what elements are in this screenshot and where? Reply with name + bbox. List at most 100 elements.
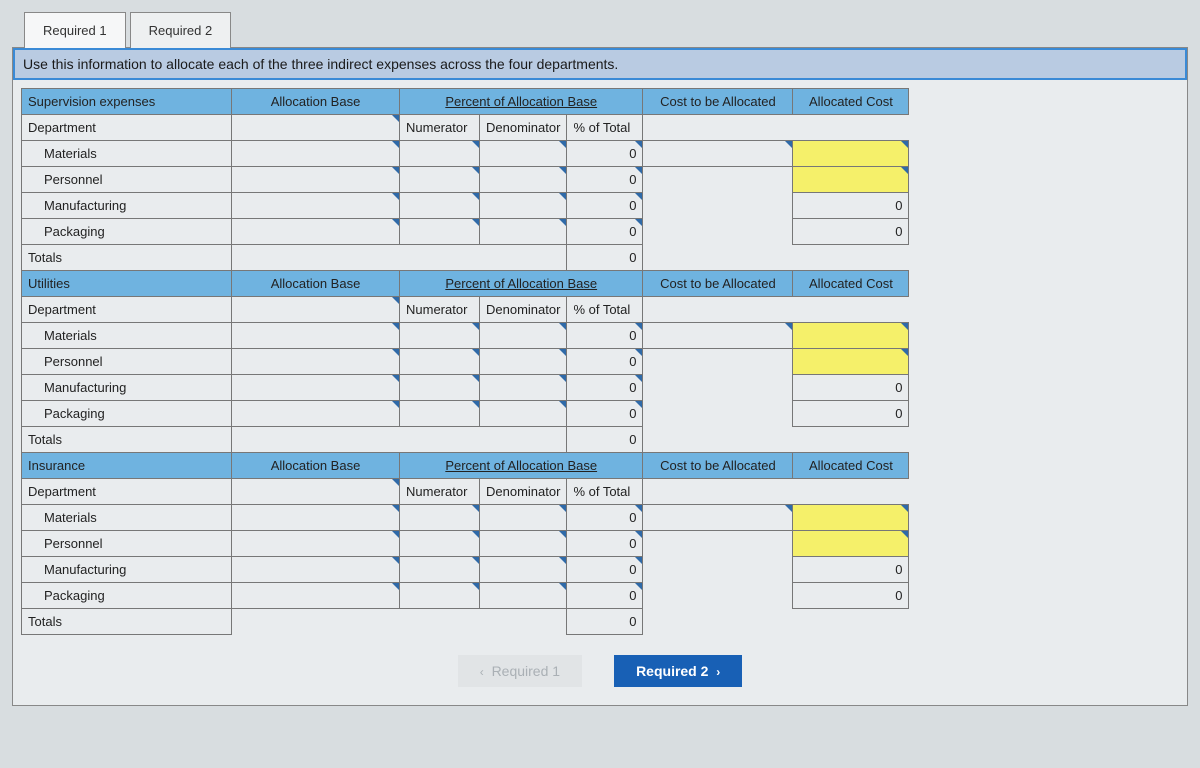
spacer [480, 427, 567, 453]
input-cell[interactable] [400, 219, 480, 245]
input-cell[interactable] [793, 349, 909, 375]
dept-name: Personnel [22, 167, 232, 193]
spacer [480, 609, 567, 635]
input-cell[interactable] [480, 193, 567, 219]
input-cell[interactable] [232, 323, 400, 349]
input-cell[interactable] [793, 323, 909, 349]
tab-required-1[interactable]: Required 1 [24, 12, 126, 48]
subheader-row: Department Numerator Denominator % of To… [22, 115, 909, 141]
input-cell[interactable] [480, 401, 567, 427]
pct-cell[interactable]: 0 [567, 375, 643, 401]
input-cell[interactable] [643, 141, 793, 167]
dept-name: Manufacturing [22, 375, 232, 401]
input-cell[interactable] [793, 141, 909, 167]
input-cell[interactable] [793, 505, 909, 531]
dept-name: Personnel [22, 349, 232, 375]
department-label: Department [22, 479, 232, 505]
input-cell[interactable] [480, 583, 567, 609]
input-cell[interactable] [480, 323, 567, 349]
chevron-left-icon: ‹ [480, 665, 484, 679]
spacer [643, 245, 793, 271]
input-cell[interactable] [232, 141, 400, 167]
input-cell[interactable] [480, 505, 567, 531]
pct-cell[interactable]: 0 [567, 167, 643, 193]
pct-cell[interactable]: 0 [567, 531, 643, 557]
input-cell[interactable] [232, 193, 400, 219]
input-cell[interactable] [643, 505, 793, 531]
prev-label: Required 1 [492, 663, 561, 679]
table-row: Manufacturing 0 0 [22, 375, 909, 401]
dept-name: Materials [22, 141, 232, 167]
input-cell[interactable] [232, 401, 400, 427]
input-cell[interactable] [793, 167, 909, 193]
input-cell[interactable] [232, 557, 400, 583]
table-row: Personnel 0 [22, 167, 909, 193]
input-cell[interactable] [400, 505, 480, 531]
col-cost-allocated: Cost to be Allocated [643, 453, 793, 479]
dept-name: Materials [22, 323, 232, 349]
input-cell[interactable] [400, 141, 480, 167]
pct-cell[interactable]: 0 [567, 349, 643, 375]
input-cell[interactable] [480, 375, 567, 401]
allocated-cost-cell: 0 [793, 583, 909, 609]
pct-cell[interactable]: 0 [567, 401, 643, 427]
input-cell[interactable] [480, 219, 567, 245]
pct-cell: 0 [567, 427, 643, 453]
pct-cell[interactable]: 0 [567, 193, 643, 219]
input-cell[interactable] [400, 557, 480, 583]
col-numerator: Numerator [400, 297, 480, 323]
input-cell[interactable] [232, 115, 400, 141]
input-cell[interactable] [232, 219, 400, 245]
section-title: Supervision expenses [22, 89, 232, 115]
pct-cell[interactable]: 0 [567, 557, 643, 583]
input-cell[interactable] [400, 401, 480, 427]
input-cell[interactable] [480, 167, 567, 193]
input-cell[interactable] [232, 505, 400, 531]
section-header-row: Insurance Allocation Base Percent of All… [22, 453, 909, 479]
input-cell[interactable] [232, 479, 400, 505]
allocated-cost-cell: 0 [793, 375, 909, 401]
dept-name: Packaging [22, 219, 232, 245]
input-cell[interactable] [480, 557, 567, 583]
input-cell[interactable] [400, 193, 480, 219]
col-pct-total: % of Total [567, 297, 643, 323]
prev-button[interactable]: ‹ Required 1 [458, 655, 582, 687]
input-cell[interactable] [643, 323, 793, 349]
col-allocation-base: Allocation Base [232, 271, 400, 297]
spacer [793, 427, 909, 453]
tab-required-2[interactable]: Required 2 [130, 12, 232, 48]
col-denominator: Denominator [480, 115, 567, 141]
input-cell[interactable] [232, 349, 400, 375]
input-cell[interactable] [480, 531, 567, 557]
pct-cell[interactable]: 0 [567, 141, 643, 167]
spacer [400, 427, 480, 453]
input-cell[interactable] [232, 531, 400, 557]
table-row: Personnel 0 [22, 349, 909, 375]
input-cell[interactable] [232, 375, 400, 401]
pct-cell[interactable]: 0 [567, 219, 643, 245]
input-cell[interactable] [400, 583, 480, 609]
section-header-row: Utilities Allocation Base Percent of All… [22, 271, 909, 297]
input-cell[interactable] [400, 349, 480, 375]
pct-cell[interactable]: 0 [567, 323, 643, 349]
input-cell[interactable] [480, 349, 567, 375]
input-cell[interactable] [400, 167, 480, 193]
next-button[interactable]: Required 2 › [614, 655, 742, 687]
chevron-right-icon: › [716, 665, 720, 679]
input-cell[interactable] [232, 167, 400, 193]
pct-cell[interactable]: 0 [567, 505, 643, 531]
pct-cell[interactable]: 0 [567, 583, 643, 609]
table-row: Personnel 0 [22, 531, 909, 557]
input-cell[interactable] [400, 323, 480, 349]
input-cell[interactable] [232, 297, 400, 323]
input-cell[interactable] [480, 141, 567, 167]
input-cell[interactable] [400, 531, 480, 557]
input-cell[interactable] [232, 583, 400, 609]
allocation-table: Supervision expenses Allocation Base Per… [21, 88, 909, 635]
col-denominator: Denominator [480, 297, 567, 323]
col-cost-allocated: Cost to be Allocated [643, 89, 793, 115]
input-cell[interactable] [400, 375, 480, 401]
department-label: Department [22, 297, 232, 323]
totals-label: Totals [22, 609, 232, 635]
input-cell[interactable] [793, 531, 909, 557]
